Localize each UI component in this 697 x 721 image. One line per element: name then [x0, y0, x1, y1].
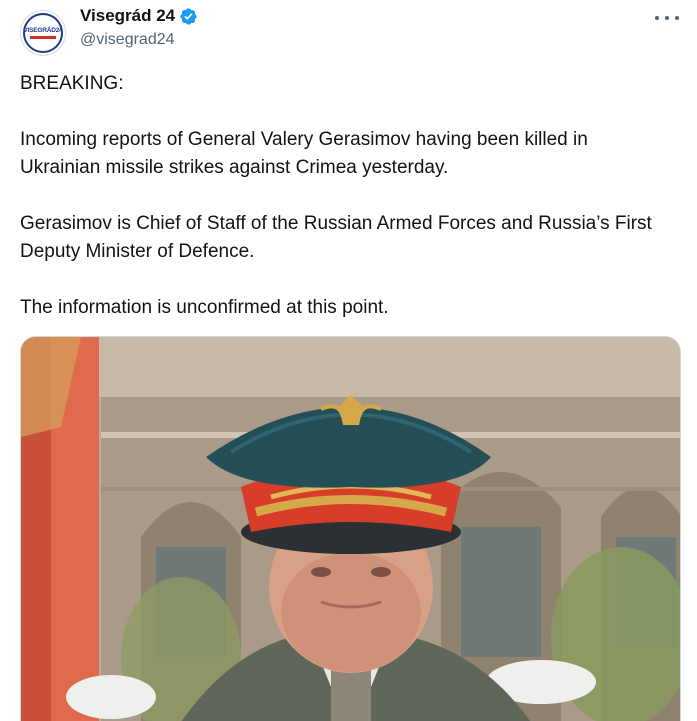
tweet-paragraph: Gerasimov is Chief of Staff of the Russi…	[20, 213, 652, 262]
author-name-row: Visegrád 24	[80, 6, 198, 26]
tweet-paragraph: The information is unconfirmed at this p…	[20, 297, 389, 318]
display-name[interactable]: Visegrád 24	[80, 6, 175, 26]
avatar[interactable]: VISEGRÁD24	[20, 10, 66, 56]
more-dot	[655, 16, 659, 20]
tweet-media-photo[interactable]	[20, 336, 681, 721]
avatar-logo: VISEGRÁD24	[23, 13, 63, 53]
user-handle[interactable]: @visegrad24	[80, 31, 175, 49]
more-dot	[665, 16, 669, 20]
avatar-logo-text: VISEGRÁD24	[23, 27, 63, 34]
tweet-card: VISEGRÁD24 Visegrád 24 @visegrad24 BREAK…	[0, 0, 697, 721]
more-options-icon[interactable]	[655, 10, 679, 26]
tweet-paragraph: BREAKING:	[20, 73, 124, 94]
more-dot	[675, 16, 679, 20]
photo-illustration	[21, 337, 680, 721]
verified-badge-icon[interactable]	[179, 7, 198, 26]
tweet-paragraph: Incoming reports of General Valery Geras…	[20, 129, 588, 178]
avatar-logo-stripe	[30, 36, 56, 39]
tweet-text: BREAKING: Incoming reports of General Va…	[20, 70, 670, 322]
